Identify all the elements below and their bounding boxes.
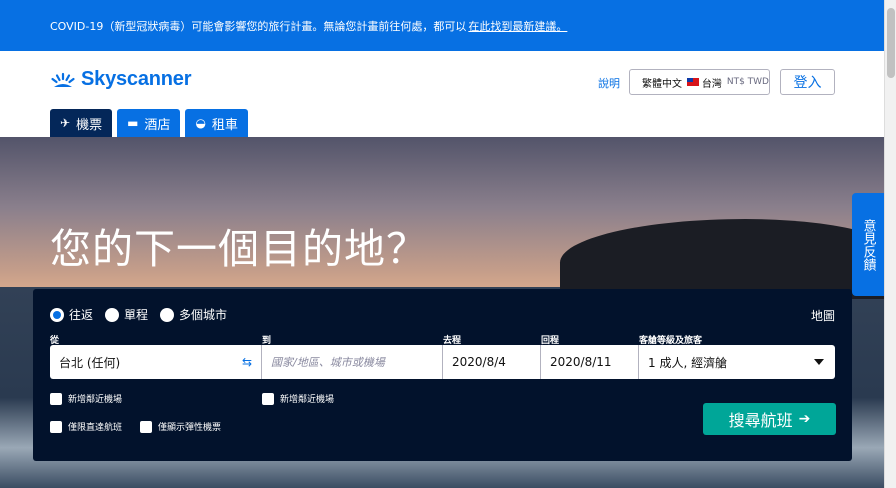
- nearby-from-label: 新增鄰近機場: [68, 395, 123, 405]
- radio[interactable]: [160, 307, 175, 322]
- cabin-travellers-select[interactable]: 1 成人, 經濟艙: [639, 345, 835, 379]
- search-flights-button[interactable]: 搜尋航班 ➔: [703, 403, 836, 435]
- bed-icon: ▬: [127, 116, 139, 130]
- checkbox[interactable]: [50, 420, 62, 433]
- trip-type-oneway-label: 單程: [124, 308, 149, 322]
- tab-hotels-label: 酒店: [144, 117, 171, 133]
- cabin-value: 1 成人, 經濟艙: [648, 355, 728, 370]
- trip-type-multicity-label: 多個城市: [179, 308, 228, 322]
- nearby-to-checkbox[interactable]: 新增鄰近機場: [262, 392, 334, 405]
- locale-selector[interactable]: 繁體中文 台灣 NT$ TWD: [629, 69, 770, 95]
- from-value: 台北 (任何): [59, 355, 121, 370]
- logo-text: Skyscanner: [81, 68, 192, 90]
- nearby-to-label: 新增鄰近機場: [280, 395, 335, 405]
- logo[interactable]: Skyscanner: [50, 68, 191, 91]
- covid-banner: COVID-19（新型冠狀病毒）可能會影響您的旅行計畫。無論您計畫前往何處，都可…: [0, 0, 884, 51]
- radio-selected[interactable]: [50, 307, 64, 322]
- flight-search-panel: 往返 單程 多個城市 地圖 從 台北 (任何) ⇆ 到 國家/地區、城市或機場 …: [33, 289, 852, 461]
- taiwan-flag-icon: [687, 78, 699, 86]
- scrollbar-thumb[interactable]: [887, 8, 895, 78]
- tab-flights[interactable]: ✈ 機票: [50, 109, 113, 137]
- depart-date-input[interactable]: 2020/8/4: [443, 345, 541, 379]
- sunrise-icon: [51, 72, 75, 87]
- checkbox[interactable]: [50, 392, 62, 405]
- locale-language: 繁體中文: [642, 78, 682, 90]
- trip-type-oneway[interactable]: 單程: [105, 306, 148, 323]
- map-link[interactable]: 地圖: [811, 307, 835, 324]
- feedback-tab[interactable]: 意見反饋: [852, 193, 884, 296]
- banner-link[interactable]: 在此找到最新建議。: [468, 18, 567, 34]
- trip-type-return-label: 往返: [69, 308, 94, 322]
- banner-text: COVID-19（新型冠狀病毒）可能會影響您的旅行計畫。無論您計畫前往何處，都可…: [50, 19, 467, 33]
- direct-only-label: 僅限直達航班: [68, 423, 123, 433]
- coast-silhouette: [560, 219, 884, 299]
- return-date-value: 2020/8/11: [550, 355, 612, 369]
- tab-flights-label: 機票: [76, 117, 103, 133]
- locale-country: 台灣: [701, 78, 722, 90]
- tab-cars-label: 租車: [211, 117, 238, 133]
- flexible-only-label: 僅顯示彈性機票: [158, 423, 222, 433]
- chevron-down-icon: [814, 359, 824, 365]
- hero-headline: 您的下一個目的地？: [50, 225, 428, 273]
- nearby-from-checkbox[interactable]: 新增鄰近機場: [50, 392, 122, 405]
- scrollbar[interactable]: [884, 0, 896, 488]
- login-button[interactable]: 登入: [780, 69, 835, 95]
- swap-icon[interactable]: ⇆: [242, 355, 252, 369]
- checkbox[interactable]: [262, 392, 274, 405]
- arrow-right-icon: ➔: [798, 411, 811, 427]
- help-link[interactable]: 說明: [598, 75, 620, 91]
- car-icon: ◒: [195, 116, 206, 130]
- trip-type-return[interactable]: 往返: [50, 306, 93, 323]
- search-flights-label: 搜尋航班: [728, 411, 793, 430]
- locale-currency: NT$ TWD: [726, 77, 769, 87]
- checkbox[interactable]: [140, 420, 152, 433]
- trip-type-multicity[interactable]: 多個城市: [160, 306, 227, 323]
- radio[interactable]: [105, 307, 120, 322]
- return-date-input[interactable]: 2020/8/11: [541, 345, 639, 379]
- depart-date-value: 2020/8/4: [452, 355, 506, 369]
- tab-cars[interactable]: ◒ 租車: [185, 109, 248, 137]
- trip-type-group: 往返 單程 多個城市: [50, 306, 239, 323]
- flexible-only-checkbox[interactable]: 僅顯示彈性機票: [140, 420, 221, 433]
- from-input[interactable]: 台北 (任何) ⇆: [50, 345, 262, 379]
- direct-only-checkbox[interactable]: 僅限直達航班: [50, 420, 122, 433]
- to-input[interactable]: 國家/地區、城市或機場: [262, 345, 443, 379]
- to-placeholder: 國家/地區、城市或機場: [271, 356, 385, 369]
- product-tabs: ✈ 機票 ▬ 酒店 ◒ 租車: [50, 109, 253, 137]
- tab-hotels[interactable]: ▬ 酒店: [117, 109, 181, 137]
- plane-icon: ✈: [60, 116, 71, 130]
